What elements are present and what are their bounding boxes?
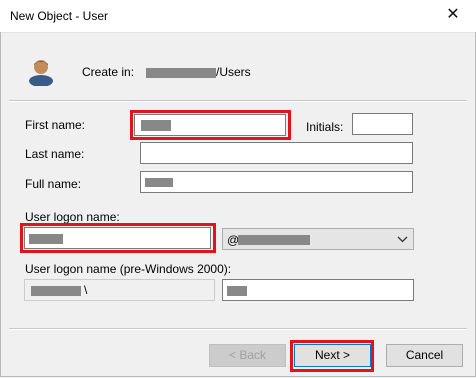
pre2000-username-field[interactable] [222,279,414,301]
full-name-label: Full name: [25,177,82,191]
user-avatar-icon [29,60,53,86]
logon-name-field[interactable] [24,227,211,249]
initials-field[interactable] [352,113,413,135]
back-button[interactable]: < Back [209,344,286,367]
create-in-suffix: /Users [216,65,251,79]
first-name-label: First name: [25,118,86,132]
first-name-field[interactable] [134,114,286,136]
initials-label: Initials: [306,120,344,134]
separator [9,328,467,330]
pre2000-label: User logon name (pre-Windows 2000): [25,262,232,276]
redacted-block [238,235,310,245]
next-button[interactable]: Next > [294,344,371,367]
last-name-label: Last name: [25,147,85,161]
close-icon[interactable]: ✕ [444,6,462,24]
pre2000-separator: \ [84,283,88,297]
cancel-button[interactable]: Cancel [386,344,463,367]
chevron-down-icon [397,236,408,243]
create-in-path: /Users [146,65,251,79]
separator [9,100,467,102]
redacted-block [31,286,81,296]
redacted-block [145,178,173,187]
create-in-label: Create in: [82,65,135,79]
full-name-field[interactable] [140,171,413,193]
redacted-block [141,120,171,131]
domain-dropdown[interactable]: @ [222,228,414,250]
logon-name-label: User logon name: [25,210,120,224]
window-title: New Object - User [10,9,109,23]
title-bar: New Object - User ✕ [0,0,476,33]
pre2000-domain-field: \ [24,279,215,301]
dialog-frame [0,32,476,377]
redacted-block [146,67,216,78]
redacted-block [227,286,247,296]
last-name-field[interactable] [140,142,413,164]
redacted-block [29,234,63,244]
